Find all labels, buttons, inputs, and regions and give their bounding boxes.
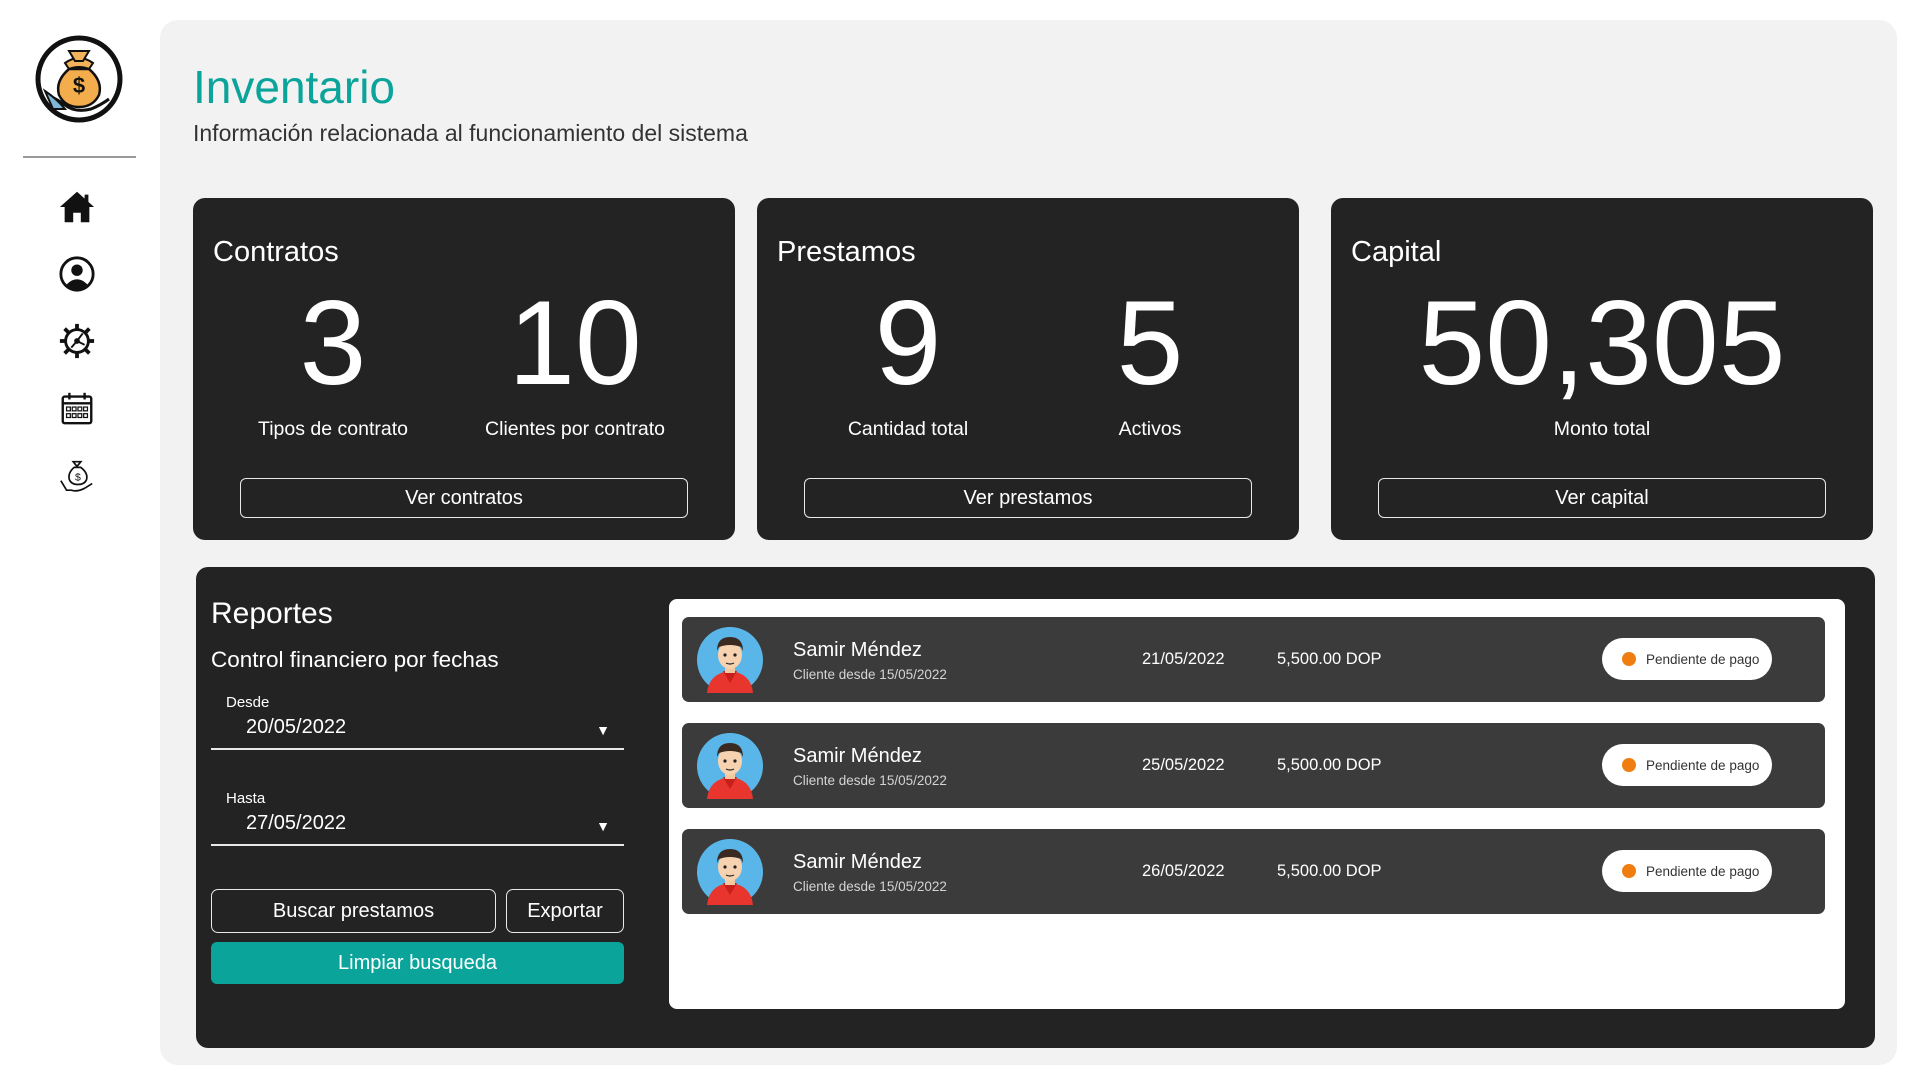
stat-label: Activos [1118,418,1182,440]
stat-label: Monto total [1553,418,1651,440]
card-title: Prestamos [777,236,916,268]
page-subtitle: Información relacionada al funcionamient… [193,120,748,146]
stat-clients-per-contract: 10 Clientes por contrato [455,278,695,441]
chevron-down-icon: ▼ [596,722,610,738]
report-row[interactable]: Samir Méndez Cliente desde 15/05/2022 25… [682,723,1825,808]
loans-card: Prestamos 9 Cantidad total 5 Activos Ver… [757,198,1299,540]
money-bag-hand-icon: $ [60,460,93,492]
status-dot-icon [1622,758,1636,772]
loan-amount: 5,500.00 DOP [1277,650,1382,668]
stat-contract-types: 3 Tipos de contrato [213,278,453,441]
svg-text:$: $ [75,473,81,484]
stat-value: 10 [508,276,642,410]
status-badge: Pendiente de pago [1602,638,1772,680]
to-date-select[interactable]: 27/05/2022 ▼ [211,808,624,846]
search-loans-button[interactable]: Buscar prestamos [211,889,496,933]
logo-money-bag-icon[interactable]: $ [35,35,123,123]
client-since: Cliente desde 15/05/2022 [793,879,947,894]
stat-loans-total: 9 Cantidad total [788,278,1028,441]
nav-calendar[interactable] [56,387,98,429]
chevron-down-icon: ▼ [596,818,610,834]
loan-date: 26/05/2022 [1142,862,1225,880]
from-date-label: Desde [226,694,270,711]
to-date-label: Hasta [226,790,266,807]
avatar [697,627,763,693]
status-text: Pendiente de pago [1646,863,1760,879]
view-capital-button[interactable]: Ver capital [1378,478,1826,518]
report-row[interactable]: Samir Méndez Cliente desde 15/05/2022 26… [682,829,1825,914]
client-name: Samir Méndez [793,745,922,767]
from-date-value: 20/05/2022 [246,716,347,738]
gear-icon [59,323,95,359]
home-icon [59,191,95,223]
card-title: Contratos [213,236,339,268]
from-date-select[interactable]: 20/05/2022 ▼ [211,712,624,750]
sidebar: $ $ [0,0,158,1080]
client-name: Samir Méndez [793,639,922,661]
avatar [697,733,763,799]
status-dot-icon [1622,864,1636,878]
stat-value: 50,305 [1418,276,1786,410]
page-title: Inventario [193,61,396,113]
clear-search-button[interactable]: Limpiar busqueda [211,942,624,984]
card-title: Capital [1351,236,1442,268]
loan-date: 25/05/2022 [1142,756,1225,774]
loan-amount: 5,500.00 DOP [1277,756,1382,774]
stat-label: Clientes por contrato [485,418,665,440]
stat-value: 3 [299,276,367,410]
view-contracts-button[interactable]: Ver contratos [240,478,688,518]
reports-panel: Reportes Control financiero por fechas D… [196,567,1875,1048]
calendar-icon [61,392,93,425]
nav-home[interactable] [56,186,98,228]
nav-settings[interactable] [56,320,98,362]
nav-loans[interactable]: $ [56,454,98,496]
status-badge: Pendiente de pago [1602,850,1772,892]
status-badge: Pendiente de pago [1602,744,1772,786]
nav-profile[interactable] [56,253,98,295]
status-dot-icon [1622,652,1636,666]
status-text: Pendiente de pago [1646,757,1760,773]
user-circle-icon [59,256,95,292]
sidebar-divider [23,156,136,158]
view-loans-button[interactable]: Ver prestamos [804,478,1252,518]
reports-title: Reportes [211,597,333,630]
avatar [697,839,763,905]
stat-label: Cantidad total [847,418,969,440]
reports-subtitle: Control financiero por fechas [211,647,499,672]
loan-amount: 5,500.00 DOP [1277,862,1382,880]
stat-capital-total: 50,305 Monto total [1402,278,1802,441]
contracts-card: Contratos 3 Tipos de contrato 10 Cliente… [193,198,735,540]
client-since: Cliente desde 15/05/2022 [793,773,947,788]
export-button[interactable]: Exportar [506,889,624,933]
capital-card: Capital 50,305 Monto total Ver capital [1331,198,1873,540]
client-since: Cliente desde 15/05/2022 [793,667,947,682]
report-row[interactable]: Samir Méndez Cliente desde 15/05/2022 21… [682,617,1825,702]
stat-value: 9 [874,276,942,410]
stat-value: 5 [1116,276,1184,410]
status-text: Pendiente de pago [1646,651,1760,667]
stat-label: Tipos de contrato [258,418,408,440]
report-list: Samir Méndez Cliente desde 15/05/2022 21… [669,599,1845,1009]
client-name: Samir Méndez [793,851,922,873]
stat-loans-active: 5 Activos [1030,278,1270,441]
svg-text:$: $ [73,73,85,98]
loan-date: 21/05/2022 [1142,650,1225,668]
to-date-value: 27/05/2022 [246,812,347,834]
main-panel: Inventario Información relacionada al fu… [160,20,1897,1065]
